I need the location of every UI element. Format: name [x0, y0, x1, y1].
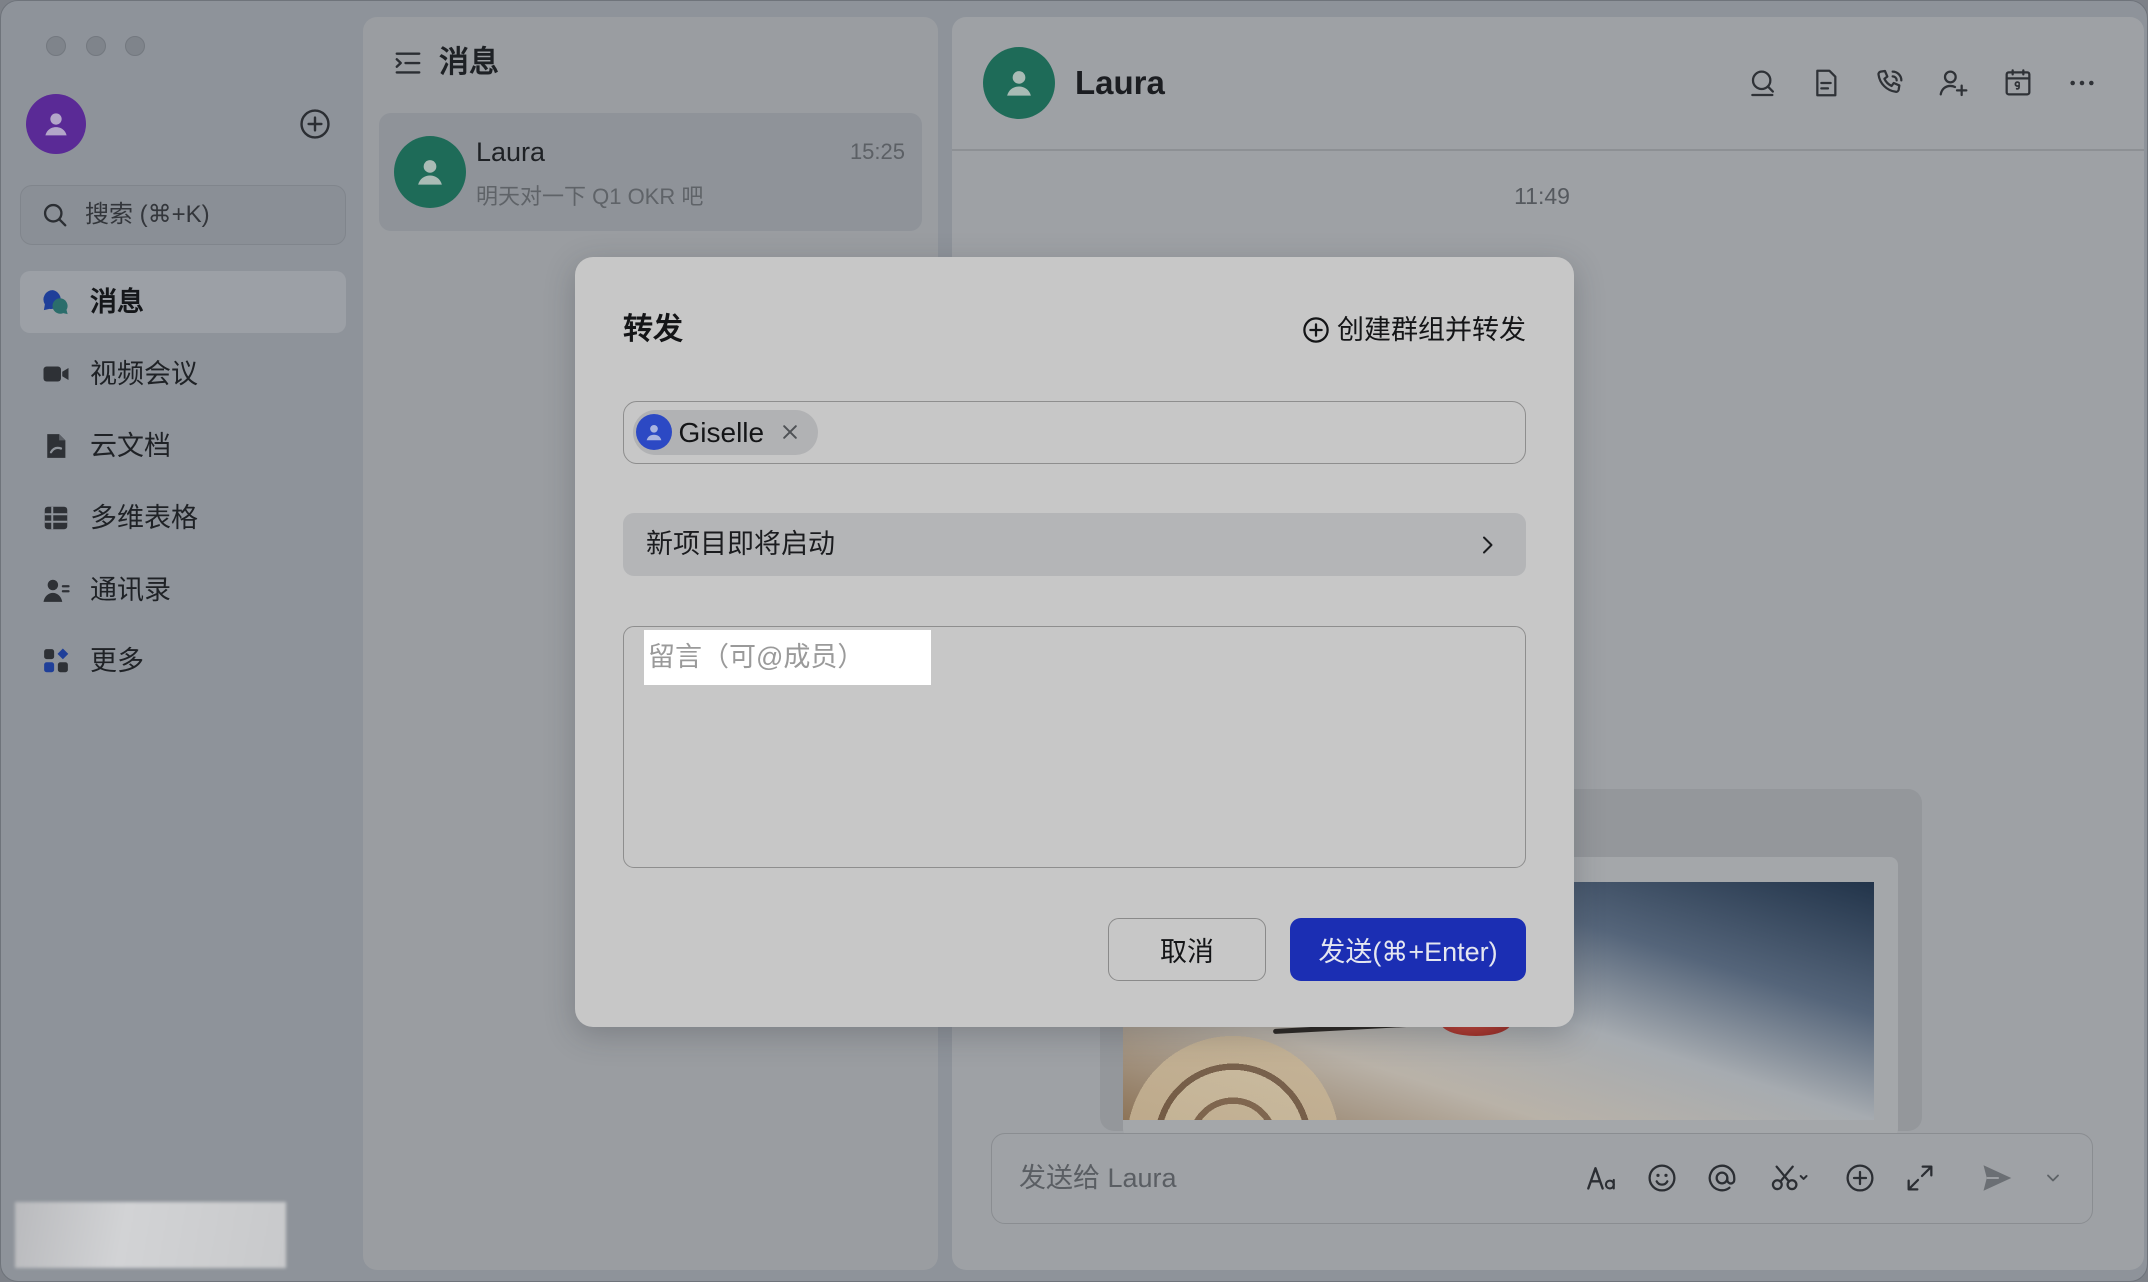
recipients-field[interactable]: Giselle: [623, 401, 1526, 464]
sidebar-item-label: 多维表格: [90, 503, 198, 533]
calendar-icon[interactable]: [2002, 67, 2034, 99]
chevron-down-icon[interactable]: [2043, 1168, 2063, 1188]
window-minimize-button[interactable]: [86, 36, 106, 56]
message-timestamp: 11:49: [1514, 183, 1570, 209]
cancel-button[interactable]: 取消: [1108, 918, 1266, 981]
emoji-icon[interactable]: [1646, 1162, 1678, 1194]
add-circle-icon: [300, 109, 330, 139]
expand-icon[interactable]: [1904, 1162, 1936, 1194]
page-title: 消息: [439, 46, 499, 79]
table-icon: [41, 503, 71, 533]
sidebar-item-messages[interactable]: 消息: [20, 271, 346, 333]
chat-bubble-icon: [41, 287, 71, 317]
more-apps-icon: [41, 646, 71, 676]
sidebar-item-label: 云文档: [90, 431, 171, 461]
forward-dialog: 转发 创建群组并转发 Giselle 新项目即将启动 留言（可@成员） 取消 发…: [575, 257, 1574, 1027]
phone-call-icon[interactable]: [1874, 67, 1906, 99]
cloud-doc-icon: [41, 431, 71, 461]
forwarded-item-title: 新项目即将启动: [646, 529, 835, 559]
sidebar-item-label: 通讯录: [90, 575, 171, 605]
menu-list-icon[interactable]: [393, 48, 423, 78]
sidebar-item-more[interactable]: 更多: [20, 630, 346, 692]
video-camera-icon: [41, 359, 71, 389]
add-member-icon[interactable]: [1937, 67, 1969, 99]
message-input[interactable]: [1017, 1134, 1577, 1222]
mention-icon[interactable]: [1706, 1162, 1738, 1194]
send-icon[interactable]: [1979, 1160, 2015, 1196]
send-button[interactable]: 发送(⌘+Enter): [1290, 918, 1526, 981]
sidebar-item-label: 视频会议: [90, 359, 198, 389]
doc-icon[interactable]: [1810, 67, 1842, 99]
add-circle-icon: [1301, 315, 1331, 345]
chat-time: 15:25: [849, 139, 905, 164]
sidebar-item-label: 更多: [90, 646, 144, 676]
note-field[interactable]: [623, 626, 1526, 868]
sidebar-item-contacts[interactable]: 通讯录: [20, 559, 346, 621]
blurred-profile-area: [15, 1202, 286, 1268]
more-icon[interactable]: [2066, 67, 2098, 99]
avatar[interactable]: [26, 94, 86, 154]
recipient-chip[interactable]: Giselle: [632, 409, 818, 455]
header-divider: [952, 149, 2144, 151]
recipient-name: Giselle: [678, 416, 765, 448]
sidebar-item-base[interactable]: 多维表格: [20, 487, 346, 549]
window-close-button[interactable]: [46, 36, 66, 56]
text-format-icon[interactable]: [1585, 1162, 1617, 1194]
message-composer[interactable]: [991, 1133, 2093, 1224]
chat-name: Laura: [476, 137, 546, 167]
chat-preview: 明天对一下 Q1 OKR 吧: [476, 184, 704, 209]
person-icon: [45, 113, 67, 136]
new-button[interactable]: [298, 107, 332, 141]
sidebar-item-docs[interactable]: 云文档: [20, 415, 346, 477]
window-zoom-button[interactable]: [125, 36, 145, 56]
plus-circle-icon[interactable]: [1844, 1162, 1876, 1194]
close-icon[interactable]: [780, 422, 800, 442]
sidebar-item-label: 消息: [90, 287, 144, 317]
search-in-chat-icon[interactable]: [1747, 67, 1779, 99]
avatar[interactable]: [983, 47, 1055, 119]
create-group-button[interactable]: 创建群组并转发: [1301, 312, 1526, 348]
person-icon: [418, 160, 442, 185]
forwarded-item[interactable]: 新项目即将启动: [623, 513, 1526, 576]
person-icon: [1007, 71, 1031, 96]
sidebar-item-video-meeting[interactable]: 视频会议: [20, 343, 346, 405]
search-icon: [41, 201, 69, 229]
chevron-right-icon: [1475, 533, 1499, 557]
contacts-icon: [41, 575, 71, 605]
search-input[interactable]: [83, 186, 333, 243]
chat-title: Laura: [1075, 64, 1165, 101]
search-bar[interactable]: [20, 185, 346, 245]
app-window: 消息 视频会议 云文档 多维表格 通讯录 更多 消息: [0, 0, 2148, 1282]
avatar: [394, 136, 466, 208]
avatar: [635, 414, 672, 450]
dialog-title: 转发: [623, 313, 683, 346]
create-group-label: 创建群组并转发: [1337, 315, 1526, 345]
note-textarea[interactable]: [624, 627, 1525, 867]
scissors-icon[interactable]: [1770, 1162, 1810, 1194]
person-icon: [646, 424, 661, 441]
list-item[interactable]: Laura 15:25 明天对一下 Q1 OKR 吧: [379, 113, 922, 231]
